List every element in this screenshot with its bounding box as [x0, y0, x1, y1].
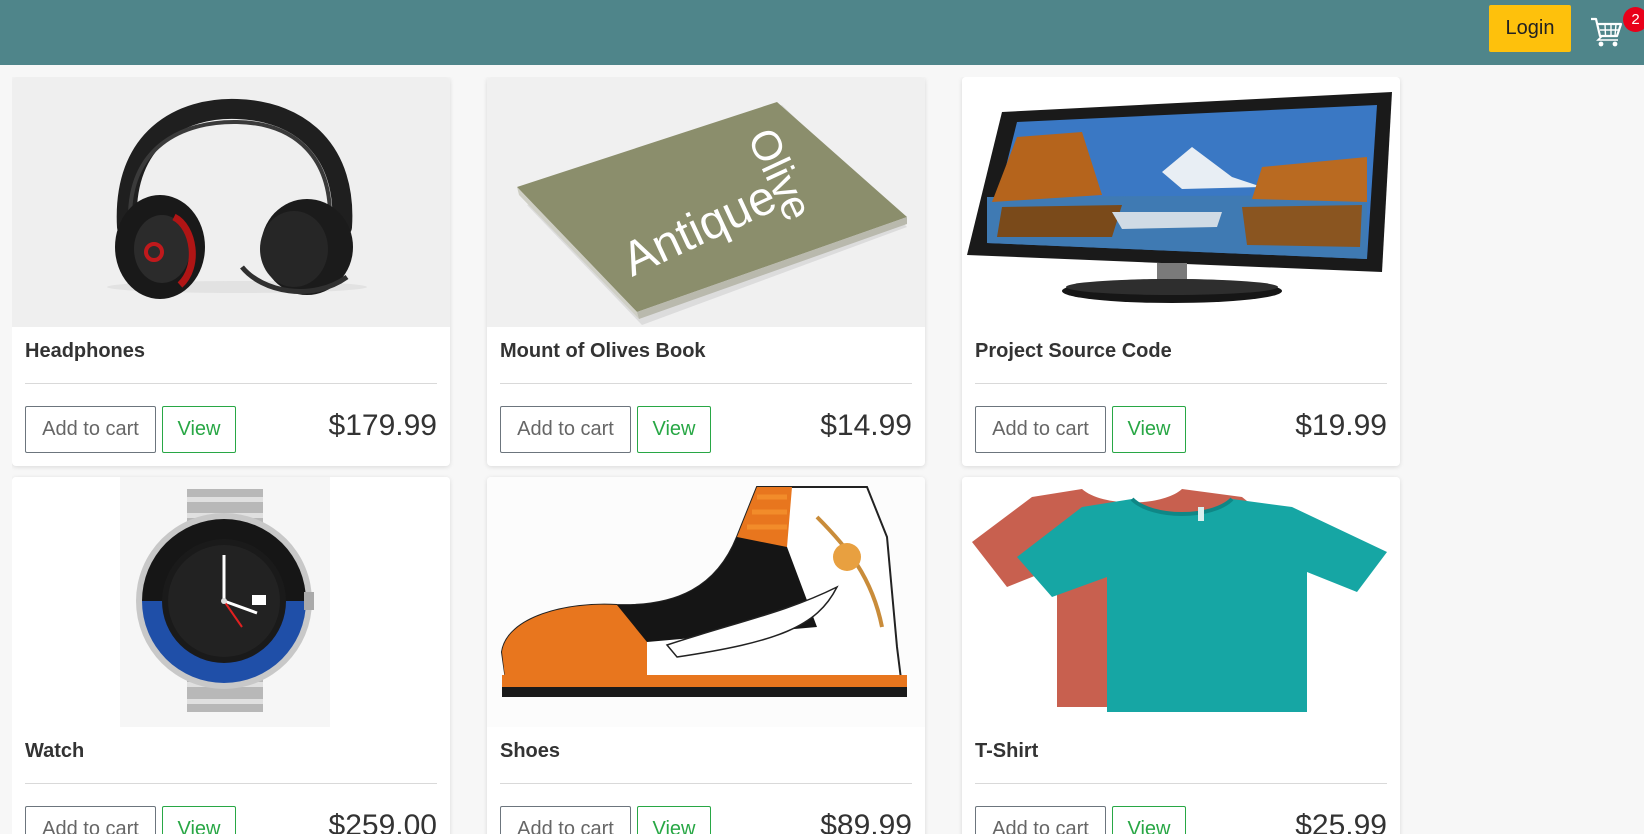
- add-to-cart-button[interactable]: Add to cart: [975, 406, 1106, 453]
- product-grid: Headphones Add to cart View $179.99 Anti…: [12, 77, 1412, 834]
- cart-count-badge: 2: [1623, 7, 1644, 32]
- view-button[interactable]: View: [1112, 406, 1186, 453]
- product-card: T-Shirt Add to cart View $25.99: [962, 477, 1400, 834]
- view-button[interactable]: View: [162, 406, 236, 453]
- product-price: $89.99: [820, 809, 912, 834]
- product-card: Project Source Code Add to cart View $19…: [962, 77, 1400, 466]
- divider: [500, 783, 912, 784]
- product-price: $25.99: [1295, 809, 1387, 834]
- product-name: Project Source Code: [975, 340, 1172, 362]
- top-navbar: Login 2: [0, 0, 1644, 65]
- add-to-cart-button[interactable]: Add to cart: [25, 406, 156, 453]
- product-price: $19.99: [1295, 409, 1387, 442]
- book-image[interactable]: Antique Olive: [487, 77, 925, 327]
- product-card: Shoes Add to cart View $89.99: [487, 477, 925, 834]
- divider: [975, 383, 1387, 384]
- product-card: Antique Olive Mount of Olives Book Add t…: [487, 77, 925, 466]
- add-to-cart-button[interactable]: Add to cart: [500, 806, 631, 834]
- cart-button[interactable]: 2: [1590, 7, 1644, 48]
- product-price: $14.99: [820, 409, 912, 442]
- view-button[interactable]: View: [1112, 806, 1186, 834]
- product-name: Mount of Olives Book: [500, 340, 706, 362]
- product-price: $259.00: [328, 809, 437, 834]
- login-button[interactable]: Login: [1489, 5, 1571, 52]
- tshirt-image[interactable]: [962, 477, 1400, 727]
- divider: [25, 383, 437, 384]
- shopping-cart-icon: [1591, 17, 1623, 47]
- add-to-cart-button[interactable]: Add to cart: [975, 806, 1106, 834]
- product-name: Headphones: [25, 340, 146, 362]
- product-name: T-Shirt: [975, 740, 1039, 762]
- divider: [500, 383, 912, 384]
- divider: [25, 783, 437, 784]
- watch-image[interactable]: [12, 477, 450, 727]
- view-button[interactable]: View: [637, 406, 711, 453]
- product-name: Shoes: [500, 740, 561, 762]
- product-card: Watch Add to cart View $259.00: [12, 477, 450, 834]
- view-button[interactable]: View: [637, 806, 711, 834]
- monitor-image[interactable]: [962, 77, 1400, 327]
- headphones-image[interactable]: [12, 77, 450, 327]
- shoe-image[interactable]: [487, 477, 925, 727]
- divider: [975, 783, 1387, 784]
- product-card: Headphones Add to cart View $179.99: [12, 77, 450, 466]
- product-price: $179.99: [328, 409, 437, 442]
- add-to-cart-button[interactable]: Add to cart: [500, 406, 631, 453]
- add-to-cart-button[interactable]: Add to cart: [25, 806, 156, 834]
- product-name: Watch: [25, 740, 85, 762]
- view-button[interactable]: View: [162, 806, 236, 834]
